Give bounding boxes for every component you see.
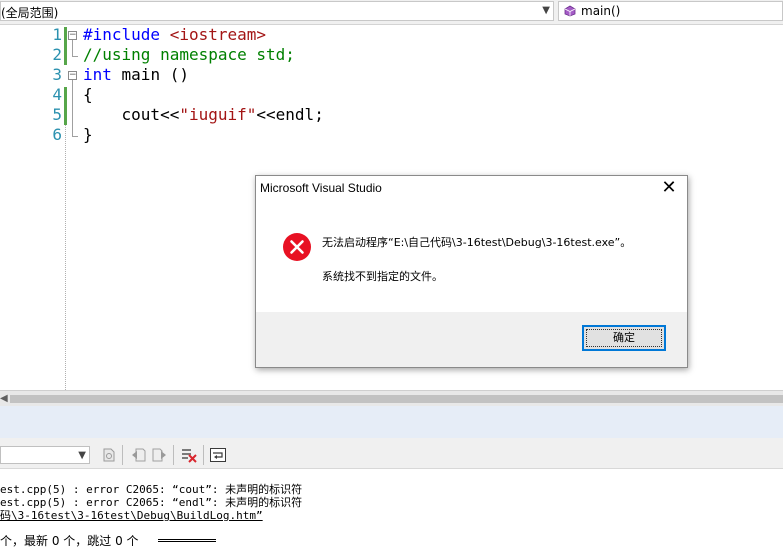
output-line: 个，最新 0 个，跳过 0 个	[0, 534, 139, 548]
output-panel-header	[0, 406, 783, 439]
toolbar-separator	[122, 445, 123, 465]
focus-rect	[586, 329, 662, 347]
scope-dropdown[interactable]: (全局范围) ▼	[0, 1, 554, 21]
indent-guide	[65, 125, 66, 390]
error-dialog: Microsoft Visual Studio ✕ 无法启动程序“E:\自己代码…	[255, 175, 688, 368]
code-string: "iuguif"	[179, 105, 257, 124]
code-text: {	[83, 85, 93, 104]
build-log-link[interactable]: 码\3-16test\3-16test\Debug\BuildLog.htm”	[0, 507, 263, 523]
word-wrap-icon[interactable]	[209, 446, 227, 464]
function-dropdown-value: main()	[581, 4, 621, 18]
code-line: //using namespace std;	[83, 45, 295, 64]
dialog-message: 无法启动程序“E:\自己代码\3-16test\Debug\3-16test.e…	[322, 236, 632, 249]
code-line: }	[83, 125, 93, 144]
output-text-area[interactable]: est.cpp(5) : error C2065: “cout”: 未声明的标识…	[0, 469, 783, 552]
previous-message-icon[interactable]	[130, 446, 148, 464]
code-string: <iostream>	[169, 25, 267, 44]
collapse-icon[interactable]: −	[68, 31, 77, 40]
code-text: cout<<	[83, 105, 180, 124]
toolbar-separator	[203, 445, 204, 465]
code-line: {	[83, 85, 93, 104]
change-indicator	[64, 87, 67, 125]
fold-line	[72, 80, 73, 136]
toolbar-separator	[173, 445, 174, 465]
fold-end	[72, 136, 78, 137]
next-message-icon[interactable]	[150, 446, 168, 464]
dialog-detail: 系统找不到指定的文件。	[322, 270, 443, 283]
scope-dropdown-value: (全局范围)	[1, 6, 59, 20]
code-keyword: int	[83, 65, 112, 84]
code-keyword: #include	[83, 25, 161, 44]
line-number: 6	[52, 125, 62, 144]
chevron-down-icon[interactable]: ▼	[78, 450, 86, 461]
dialog-title: Microsoft Visual Studio	[260, 181, 382, 195]
collapse-icon[interactable]: −	[68, 71, 77, 80]
horizontal-scrollbar[interactable]: ◀	[0, 390, 783, 406]
fold-line	[72, 40, 73, 56]
output-source-dropdown[interactable]: ▼	[0, 446, 90, 464]
code-text: main ()	[111, 65, 189, 84]
change-indicator	[64, 27, 67, 65]
code-line: cout<<"iuguif"<<endl;	[83, 105, 324, 124]
find-message-icon[interactable]	[100, 446, 118, 464]
clear-all-icon[interactable]	[180, 446, 198, 464]
fold-end	[72, 56, 78, 57]
line-number: 1	[52, 25, 62, 44]
code-line: int main ()	[83, 65, 189, 84]
code-text: }	[83, 125, 93, 144]
line-number: 2	[52, 45, 62, 64]
navigation-bar: (全局范围) ▼ main()	[0, 0, 783, 25]
line-number: 5	[52, 105, 62, 124]
scrollbar-thumb[interactable]	[10, 395, 783, 403]
code-text: <<endl;	[256, 105, 324, 124]
line-number: 4	[52, 85, 62, 104]
error-icon	[283, 233, 311, 261]
function-dropdown[interactable]: main()	[558, 1, 783, 21]
scroll-left-icon[interactable]: ◀	[0, 393, 8, 404]
output-separator-line	[158, 539, 216, 542]
code-line: #include <iostream>	[83, 25, 266, 44]
code-comment: //using namespace std;	[83, 45, 295, 64]
close-icon[interactable]: ✕	[657, 178, 681, 200]
line-number: 3	[52, 65, 62, 84]
ok-button[interactable]: 确定	[582, 325, 666, 351]
method-icon	[564, 5, 576, 17]
chevron-down-icon[interactable]: ▼	[542, 5, 550, 16]
